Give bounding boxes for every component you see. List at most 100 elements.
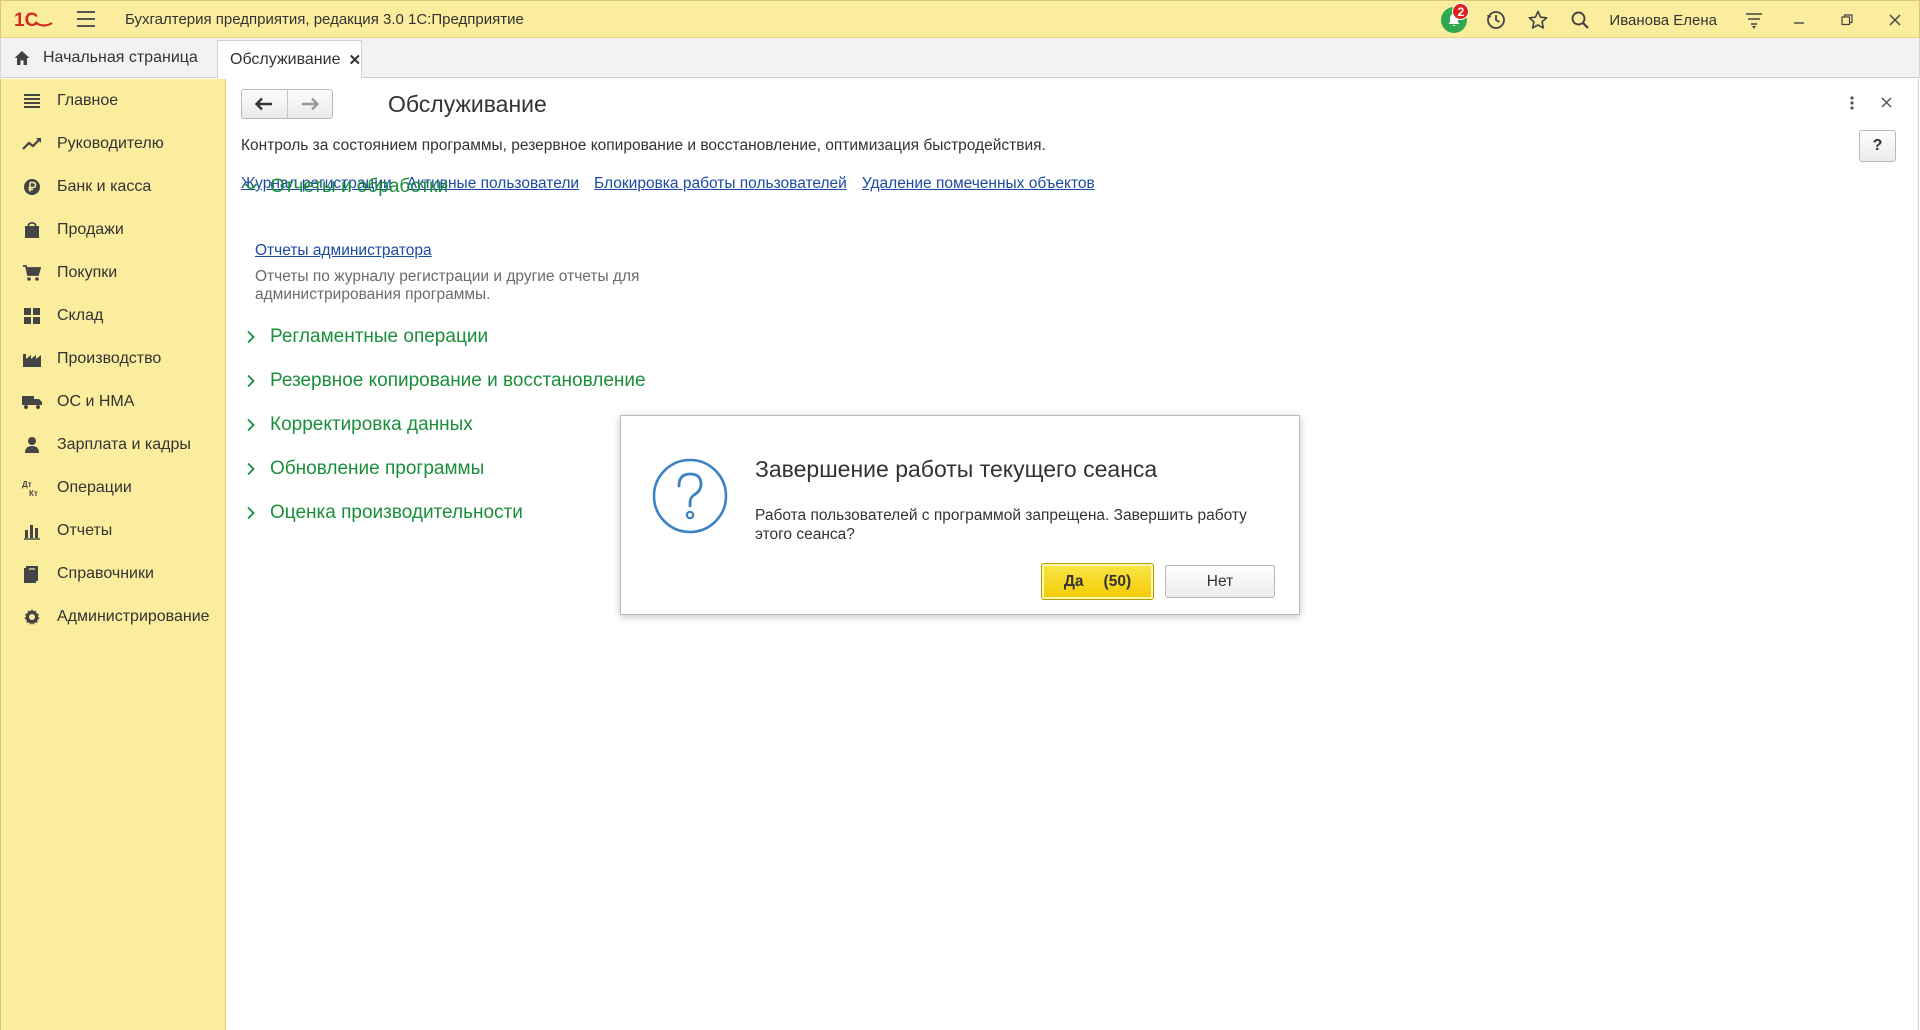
- sidebar-item-purchases[interactable]: Покупки: [1, 251, 225, 294]
- sidebar-item-reports[interactable]: Отчеты: [1, 509, 225, 552]
- person-icon: [21, 434, 43, 456]
- chevron-right-icon: [243, 505, 259, 521]
- navigation-buttons: [241, 89, 333, 119]
- tab-bar: Начальная страница Обслуживание ✕: [0, 38, 1920, 78]
- help-button[interactable]: ?: [1859, 130, 1896, 162]
- notifications-button[interactable]: 2: [1433, 1, 1475, 39]
- sections-sidebar: Главное Руководителю Банк и касса Продаж…: [0, 79, 226, 1030]
- restore-button[interactable]: [1823, 1, 1871, 39]
- tab-home-label: Начальная страница: [43, 49, 198, 66]
- vertical-dots-icon: [1850, 96, 1854, 110]
- menu-list-icon: [21, 90, 43, 112]
- sidebar-item-label: Банк и касса: [57, 177, 152, 195]
- sidebar-item-label: Операции: [57, 478, 132, 496]
- filter-menu-icon: [1746, 13, 1762, 29]
- gear-icon: [21, 606, 43, 628]
- main-menu-icon[interactable]: [77, 0, 101, 38]
- forward-button[interactable]: [286, 90, 333, 118]
- sidebar-item-sales[interactable]: Продажи: [1, 208, 225, 251]
- section-label: Регламентные операции: [270, 326, 489, 347]
- link-admin-reports[interactable]: Отчеты администратора: [255, 242, 432, 260]
- section-data-correction[interactable]: Корректировка данных: [243, 414, 473, 436]
- title-bar: 1С Бухгалтерия предприятия, редакция 3.0…: [0, 0, 1920, 38]
- sidebar-item-bank[interactable]: Банк и касса: [1, 165, 225, 208]
- ruble-coin-icon: [21, 176, 43, 198]
- sidebar-item-fixed-assets[interactable]: ОС и НМА: [1, 380, 225, 423]
- shopping-bag-icon: [21, 219, 43, 241]
- history-icon: [1487, 11, 1506, 29]
- minimize-button[interactable]: [1775, 1, 1823, 39]
- sidebar-item-main[interactable]: Главное: [1, 79, 225, 122]
- chevron-down-icon: [243, 179, 259, 195]
- section-program-update[interactable]: Обновление программы: [243, 458, 484, 480]
- search-icon: [1571, 11, 1590, 29]
- dialog-message: Работа пользователей с программой запрещ…: [755, 507, 1247, 543]
- section-label: Отчеты и обработки: [270, 176, 449, 197]
- sidebar-item-label: Продажи: [57, 220, 124, 238]
- close-icon: [1889, 14, 1901, 26]
- sidebar-item-label: Главное: [57, 91, 119, 109]
- sidebar-item-salary[interactable]: Зарплата и кадры: [1, 423, 225, 466]
- tab-maintenance[interactable]: Обслуживание ✕: [217, 40, 362, 78]
- minimize-icon: [1794, 22, 1804, 24]
- yes-button-label: Да: [1063, 572, 1084, 590]
- restore-icon: [1841, 14, 1853, 26]
- section-label: Резервное копирование и восстановление: [270, 370, 646, 391]
- tab-maintenance-label: Обслуживание: [230, 50, 341, 68]
- sidebar-item-label: Руководителю: [57, 134, 164, 152]
- sidebar-item-label: Справочники: [57, 564, 154, 582]
- tab-home[interactable]: Начальная страница: [1, 38, 216, 78]
- admin-reports-description: Отчеты по журналу регистрации и другие о…: [255, 268, 640, 303]
- favorites-button[interactable]: [1517, 1, 1559, 39]
- section-routine-operations[interactable]: Регламентные операции: [243, 326, 488, 348]
- settings-menu-button[interactable]: [1733, 1, 1775, 39]
- truck-icon: [21, 391, 43, 413]
- sidebar-item-manager[interactable]: Руководителю: [1, 122, 225, 165]
- more-actions-button[interactable]: [1842, 93, 1862, 113]
- warehouse-grid-icon: [21, 305, 43, 327]
- trend-icon: [21, 133, 43, 155]
- sidebar-item-production[interactable]: Производство: [1, 337, 225, 380]
- sidebar-item-operations[interactable]: Дт Кт Операции: [1, 466, 225, 509]
- end-session-dialog: Завершение работы текущего сеанса Работа…: [620, 415, 1300, 615]
- credit-label: Кт: [29, 489, 38, 497]
- bar-chart-icon: [21, 520, 43, 542]
- sidebar-item-label: Администрирование: [57, 607, 210, 625]
- sidebar-item-administration[interactable]: Администрирование: [1, 595, 225, 638]
- chevron-right-icon: [243, 417, 259, 433]
- sidebar-item-label: ОС и НМА: [57, 392, 135, 410]
- chevron-right-icon: [243, 373, 259, 389]
- section-reports-processing[interactable]: Отчеты и обработки: [243, 176, 448, 198]
- chevron-right-icon: [243, 329, 259, 345]
- close-window-button[interactable]: [1871, 1, 1919, 39]
- page-description: Контроль за состоянием программы, резерв…: [241, 137, 1046, 154]
- debit-label: Дт: [22, 480, 32, 489]
- close-form-button[interactable]: [1876, 91, 1896, 113]
- logo-text: 1С: [14, 10, 39, 29]
- sidebar-item-label: Склад: [57, 306, 104, 324]
- 1c-logo[interactable]: 1С: [11, 0, 57, 38]
- back-button[interactable]: [242, 90, 287, 118]
- sidebar-item-warehouse[interactable]: Склад: [1, 294, 225, 337]
- factory-icon: [21, 348, 43, 370]
- search-button[interactable]: [1559, 1, 1601, 39]
- section-backup-restore[interactable]: Резервное копирование и восстановление: [243, 370, 646, 392]
- section-performance-evaluation[interactable]: Оценка производительности: [243, 502, 523, 524]
- yes-button[interactable]: Да (50): [1041, 563, 1154, 600]
- arrow-left-icon: [255, 97, 273, 111]
- sidebar-item-label: Производство: [57, 349, 162, 367]
- sidebar-item-label: Зарплата и кадры: [57, 435, 191, 453]
- dialog-title: Завершение работы текущего сеанса: [755, 456, 1158, 482]
- tab-close-icon[interactable]: ✕: [348, 51, 361, 69]
- no-button[interactable]: Нет: [1165, 565, 1275, 598]
- section-label: Обновление программы: [270, 458, 485, 479]
- history-button[interactable]: [1475, 1, 1517, 39]
- link-block-users[interactable]: Блокировка работы пользователей: [594, 175, 847, 193]
- section-label: Корректировка данных: [270, 414, 473, 435]
- close-icon: [1880, 96, 1892, 108]
- chevron-right-icon: [243, 461, 259, 477]
- sidebar-item-directories[interactable]: Справочники: [1, 552, 225, 595]
- star-icon: [1528, 10, 1548, 29]
- link-delete-marked-objects[interactable]: Удаление помеченных объектов: [862, 175, 1095, 193]
- user-name[interactable]: Иванова Елена: [1609, 12, 1717, 29]
